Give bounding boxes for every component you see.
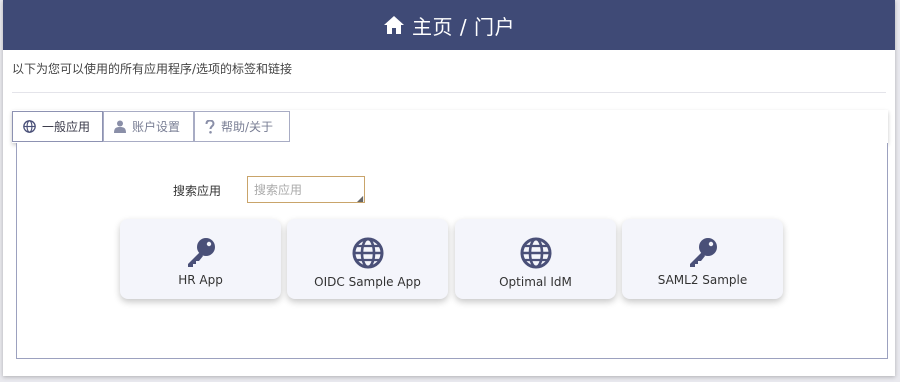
app-name: SAML2 Sample [657, 273, 748, 287]
globe-icon [23, 120, 36, 133]
page-header: 主页 / 门户 [3, 0, 895, 50]
app-list: HR App OIDC Sample App Optimal IdM SAML2… [120, 219, 784, 299]
app-card-hr-app[interactable]: HR App [120, 219, 281, 299]
app-name: Optimal IdM [499, 275, 572, 289]
tab-label: 帮助/关于 [221, 120, 274, 134]
user-icon [114, 120, 126, 133]
app-name: OIDC Sample App [314, 275, 421, 289]
resize-handle-icon[interactable]: ◢ [357, 195, 363, 203]
question-icon [205, 119, 215, 134]
key-icon [187, 238, 215, 267]
app-name: HR App [178, 273, 223, 287]
globe-icon [520, 237, 551, 269]
key-icon [689, 238, 717, 267]
home-icon [384, 16, 405, 34]
app-card-saml2-sample[interactable]: SAML2 Sample [622, 219, 783, 299]
tab-bar: 一般应用 账户设置 帮助/关于 [12, 110, 888, 143]
search-input[interactable] [247, 176, 365, 203]
tab-content-panel: 搜索应用 ◢ HR App OIDC Sampl [16, 143, 888, 359]
tab-label: 一般应用 [42, 120, 91, 134]
tab-help-about[interactable]: 帮助/关于 [194, 111, 290, 142]
tab-label: 账户设置 [132, 120, 181, 134]
page-description: 以下为您可以使用的所有应用程序/选项的标签和链接 [12, 62, 293, 76]
tab-general-apps[interactable]: 一般应用 [12, 111, 103, 142]
app-card-optimal-idm[interactable]: Optimal IdM [455, 219, 616, 299]
page-title: 主页 / 门户 [412, 14, 515, 39]
divider [12, 92, 886, 93]
app-card-oidc-sample-app[interactable]: OIDC Sample App [287, 219, 448, 299]
globe-icon [352, 237, 383, 269]
portal-frame: 主页 / 门户 以下为您可以使用的所有应用程序/选项的标签和链接 一般应用 账户… [3, 0, 895, 376]
search-label: 搜索应用 [173, 184, 222, 198]
tab-account-settings[interactable]: 账户设置 [103, 111, 194, 142]
